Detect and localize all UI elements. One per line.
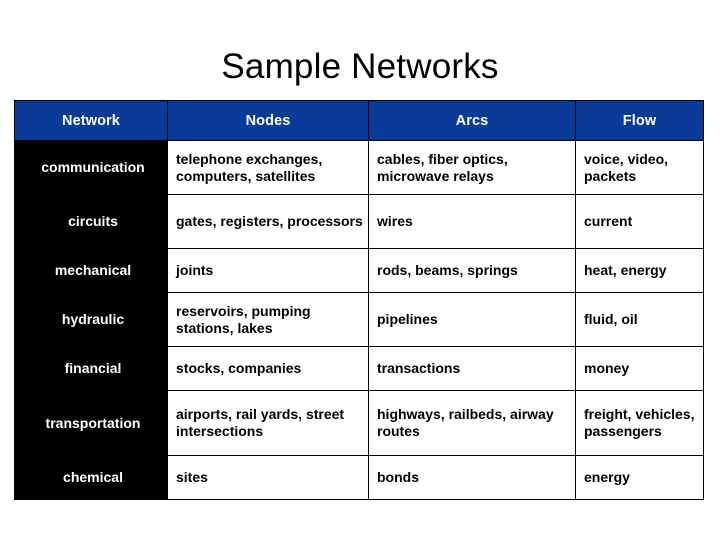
sample-networks-table: Network Nodes Arcs Flow communication te… (14, 100, 704, 500)
cell-arcs: rods, beams, springs (368, 248, 576, 293)
cell-network: financial (14, 346, 168, 391)
column-header-arcs: Arcs (368, 100, 576, 141)
table-row: communication telephone exchanges, compu… (14, 140, 704, 195)
cell-nodes: telephone exchanges, computers, satellit… (167, 140, 369, 195)
column-header-nodes: Nodes (167, 100, 369, 141)
cell-nodes: stocks, companies (167, 346, 369, 391)
table-row: chemical sites bonds energy (14, 455, 704, 500)
cell-flow: heat, energy (575, 248, 704, 293)
cell-flow: energy (575, 455, 704, 500)
cell-nodes: airports, rail yards, street intersectio… (167, 390, 369, 456)
cell-arcs: cables, fiber optics, microwave relays (368, 140, 576, 195)
cell-nodes: sites (167, 455, 369, 500)
cell-network: transportation (14, 390, 168, 456)
sample-networks-table-container: Network Nodes Arcs Flow communication te… (14, 100, 704, 500)
cell-nodes: gates, registers, processors (167, 194, 369, 249)
column-header-flow: Flow (575, 100, 704, 141)
slide: Sample Networks Network Nodes Arcs Flow … (0, 0, 720, 540)
cell-network: circuits (14, 194, 168, 249)
cell-flow: freight, vehicles, passengers (575, 390, 704, 456)
cell-flow: fluid, oil (575, 292, 704, 347)
cell-arcs: bonds (368, 455, 576, 500)
cell-arcs: transactions (368, 346, 576, 391)
table-row: transportation airports, rail yards, str… (14, 390, 704, 456)
cell-arcs: wires (368, 194, 576, 249)
cell-nodes: joints (167, 248, 369, 293)
cell-arcs: highways, railbeds, airway routes (368, 390, 576, 456)
table-row: mechanical joints rods, beams, springs h… (14, 248, 704, 293)
table-row: circuits gates, registers, processors wi… (14, 194, 704, 249)
cell-flow: current (575, 194, 704, 249)
cell-network: hydraulic (14, 292, 168, 347)
cell-arcs: pipelines (368, 292, 576, 347)
cell-network: mechanical (14, 248, 168, 293)
table-row: financial stocks, companies transactions… (14, 346, 704, 391)
page-title: Sample Networks (221, 47, 499, 86)
cell-nodes: reservoirs, pumping stations, lakes (167, 292, 369, 347)
table-header-row: Network Nodes Arcs Flow (14, 100, 704, 141)
table-body: communication telephone exchanges, compu… (14, 140, 704, 500)
cell-network: communication (14, 140, 168, 195)
table-header: Network Nodes Arcs Flow (14, 100, 704, 141)
cell-network: chemical (14, 455, 168, 500)
cell-flow: voice, video, packets (575, 140, 704, 195)
table-row: hydraulic reservoirs, pumping stations, … (14, 292, 704, 347)
cell-flow: money (575, 346, 704, 391)
column-header-network: Network (14, 100, 168, 141)
